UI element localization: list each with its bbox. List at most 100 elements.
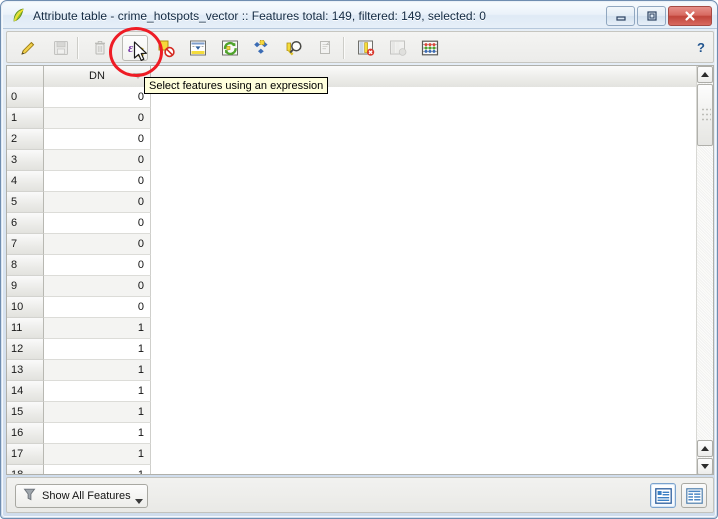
table-row[interactable]: 20 — [7, 129, 713, 150]
new-column-icon — [390, 40, 407, 56]
table-row[interactable]: 12 1 — [7, 339, 713, 360]
minimize-button[interactable] — [606, 6, 635, 26]
table-row[interactable]: 14 1 — [7, 381, 713, 402]
row-header[interactable]: 14 — [7, 381, 44, 402]
table-row[interactable]: 10 — [7, 108, 713, 129]
table-cell-dn[interactable]: 1 — [44, 381, 151, 402]
table-view-button[interactable] — [681, 483, 707, 508]
field-calculator-button[interactable] — [417, 35, 443, 61]
row-header[interactable]: 6 — [7, 213, 44, 234]
attribute-table: DN 0 0 1 0 2 0 3 0 4 0 5 0 6 0 7 0 8 0 9 0 10 0 11 1 12 1 13 1 14 1 15… — [6, 65, 714, 475]
row-header[interactable]: 18 — [7, 465, 44, 474]
scrollbar-thumb[interactable] — [697, 84, 713, 146]
row-header[interactable]: 5 — [7, 192, 44, 213]
table-cell-dn[interactable]: 0 — [44, 171, 151, 192]
table-cell-dn[interactable]: 0 — [44, 129, 151, 150]
scroll-up-arrow[interactable] — [697, 66, 713, 83]
row-header[interactable]: 3 — [7, 150, 44, 171]
row-header[interactable]: 12 — [7, 339, 44, 360]
epsilon-select-icon: ε — [128, 40, 144, 57]
help-button[interactable]: ? — [697, 40, 705, 55]
save-icon — [54, 41, 68, 55]
row-header[interactable]: 1 — [7, 108, 44, 129]
table-rows-viewport: 0 0 1 0 2 0 3 0 4 0 5 0 6 0 7 0 8 0 9 0 10 0 11 1 12 1 13 1 14 1 15 1 16… — [7, 87, 713, 474]
table-corner-header[interactable] — [7, 66, 44, 87]
table-cell-dn[interactable]: 0 — [44, 255, 151, 276]
table-cell-dn[interactable]: 0 — [44, 150, 151, 171]
row-header[interactable]: 15 — [7, 402, 44, 423]
table-cell-dn[interactable]: 0 — [44, 297, 151, 318]
row-header[interactable]: 0 — [7, 87, 44, 108]
window-title: Attribute table - crime_hotspots_vector … — [33, 9, 486, 23]
table-row[interactable]: 13 1 — [7, 360, 713, 381]
title-bar[interactable]: Attribute table - crime_hotspots_vector … — [3, 3, 717, 29]
table-cell-empty — [151, 465, 713, 474]
table-cell-dn[interactable]: 1 — [44, 318, 151, 339]
table-cell-dn[interactable]: 1 — [44, 402, 151, 423]
table-cell-dn[interactable]: 1 — [44, 444, 151, 465]
row-header[interactable]: 7 — [7, 234, 44, 255]
table-row[interactable]: 15 1 — [7, 402, 713, 423]
row-header[interactable]: 9 — [7, 276, 44, 297]
table-cell-dn[interactable]: 0 — [44, 234, 151, 255]
table-cell-dn[interactable]: 0 — [44, 87, 151, 108]
delete-column-button[interactable] — [353, 35, 379, 61]
row-header[interactable]: 4 — [7, 171, 44, 192]
table-cell-empty — [151, 171, 713, 192]
table-cell-dn[interactable]: 1 — [44, 423, 151, 444]
table-cell-empty — [151, 192, 713, 213]
table-row[interactable]: 30 — [7, 150, 713, 171]
row-header[interactable]: 10 — [7, 297, 44, 318]
row-header[interactable]: 13 — [7, 360, 44, 381]
maximize-button[interactable] — [637, 6, 666, 26]
scroll-down-arrow-upper[interactable] — [697, 440, 713, 457]
table-cell-dn[interactable]: 0 — [44, 276, 151, 297]
filter-funnel-icon — [22, 487, 37, 505]
table-row[interactable]: 17 1 — [7, 444, 713, 465]
table-cell-empty — [151, 360, 713, 381]
row-header[interactable]: 11 — [7, 318, 44, 339]
form-view-button[interactable] — [650, 483, 676, 508]
table-row[interactable]: 18 1 — [7, 465, 713, 474]
table-cell-dn[interactable]: 1 — [44, 339, 151, 360]
move-selection-top-button[interactable] — [185, 35, 211, 61]
show-all-features-button[interactable]: Show All Features — [15, 484, 148, 508]
scroll-down-arrow[interactable] — [697, 458, 713, 474]
table-cell-dn[interactable]: 1 — [44, 360, 151, 381]
zoom-to-selection-button[interactable] — [281, 35, 307, 61]
row-header[interactable]: 16 — [7, 423, 44, 444]
copy-document-icon — [320, 40, 330, 54]
table-row[interactable]: 00 — [7, 87, 713, 108]
row-header[interactable]: 8 — [7, 255, 44, 276]
row-header[interactable]: 2 — [7, 129, 44, 150]
table-cell-dn[interactable]: 0 — [44, 108, 151, 129]
column-header-dn[interactable]: DN — [44, 66, 151, 87]
qgis-logo-icon — [11, 8, 27, 24]
table-view-icon — [685, 487, 703, 504]
invert-selection-icon — [222, 40, 238, 56]
close-button[interactable] — [668, 6, 712, 26]
deselect-all-button[interactable] — [153, 35, 179, 61]
table-row[interactable]: 60 — [7, 213, 713, 234]
table-row[interactable]: 50 — [7, 192, 713, 213]
trash-icon — [95, 41, 105, 55]
table-row[interactable]: 90 — [7, 276, 713, 297]
pan-to-selection-button[interactable] — [249, 35, 275, 61]
table-row[interactable]: 10 0 — [7, 297, 713, 318]
table-cell-dn[interactable]: 0 — [44, 213, 151, 234]
svg-text:ε: ε — [128, 40, 134, 55]
table-cell-empty — [151, 108, 713, 129]
table-row[interactable]: 70 — [7, 234, 713, 255]
table-row[interactable]: 11 1 — [7, 318, 713, 339]
vertical-scrollbar[interactable] — [696, 66, 713, 474]
table-cell-dn[interactable]: 0 — [44, 192, 151, 213]
table-row[interactable]: 80 — [7, 255, 713, 276]
table-row[interactable]: 40 — [7, 171, 713, 192]
chevron-down-icon[interactable] — [134, 499, 143, 504]
row-header[interactable]: 17 — [7, 444, 44, 465]
toggle-editing-button[interactable] — [15, 35, 41, 61]
invert-selection-button[interactable] — [217, 35, 243, 61]
table-cell-dn[interactable]: 1 — [44, 465, 151, 474]
select-by-expression-button[interactable]: ε — [122, 35, 148, 61]
table-row[interactable]: 16 1 — [7, 423, 713, 444]
